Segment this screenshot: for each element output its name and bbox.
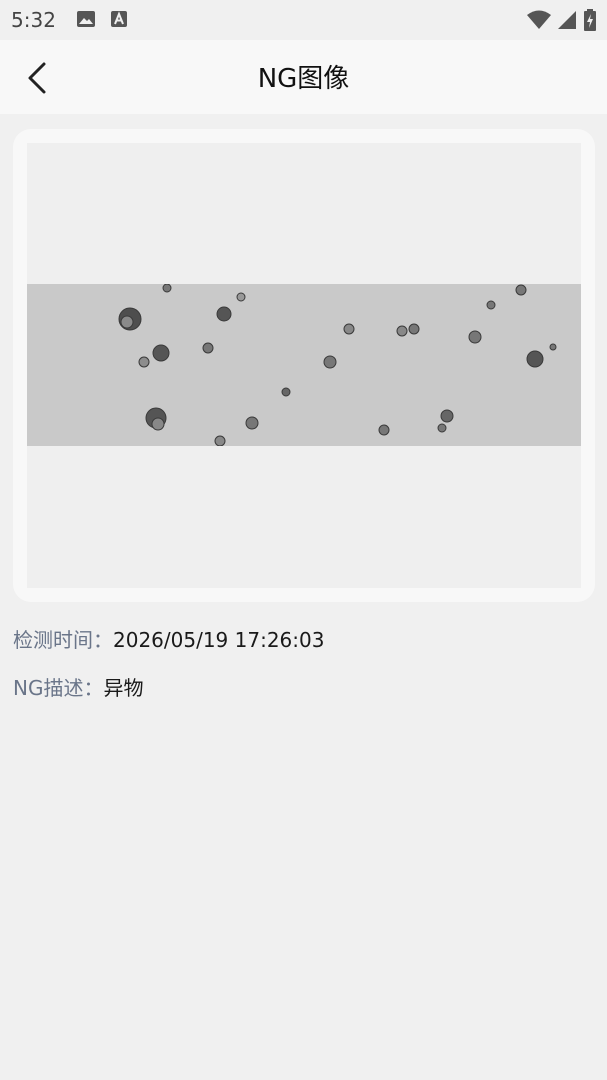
ng-image[interactable] [27,143,581,588]
status-time: 5:32 [11,8,56,32]
detect-time-label: 检测时间： [13,628,113,652]
text-a-icon [110,10,128,32]
detect-time-row: 检测时间：2026/05/19 17:26:03 [13,624,324,653]
status-notification-icons [76,10,128,32]
page-title: NG图像 [257,64,350,94]
ng-image-strip [27,283,581,447]
signal-icon [557,10,577,34]
ng-image-card [13,129,595,602]
ng-description-row: NG描述：异物 [13,672,143,701]
ng-description-label: NG描述： [13,676,104,700]
status-system-icons [527,9,597,35]
detect-time-value: 2026/05/19 17:26:03 [113,628,325,652]
defect-particles [118,283,557,447]
battery-icon [583,9,597,35]
image-icon [76,10,96,32]
ng-description-value: 异物 [103,676,144,700]
title-bar: NG图像 [0,40,607,114]
status-bar: 5:32 [0,0,607,40]
wifi-icon [527,10,551,34]
